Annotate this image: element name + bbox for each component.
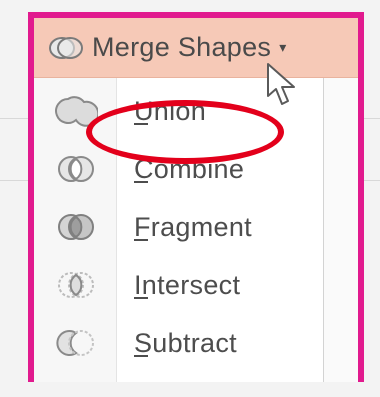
- fragment-icon: [46, 205, 106, 249]
- merge-shapes-button[interactable]: Merge Shapes ▾: [34, 18, 358, 78]
- union-icon: [46, 89, 106, 133]
- menu-side-strip: [324, 78, 358, 382]
- merge-shapes-menu: Union Combine Fragment Intersect Subtrac…: [34, 78, 324, 382]
- access-key-underline: [134, 180, 148, 183]
- merge-shapes-label: Merge Shapes: [92, 32, 272, 62]
- menu-item-label: Union: [134, 95, 207, 126]
- access-key-underline: [134, 296, 148, 299]
- menu-item-label: Subtract: [134, 327, 237, 358]
- menu-item-combine[interactable]: Combine: [34, 140, 323, 198]
- menu-item-label: Fragment: [134, 211, 252, 242]
- menu-item-subtract[interactable]: Subtract: [34, 314, 323, 372]
- menu-item-label: Combine: [134, 153, 245, 184]
- merge-shapes-icon: [44, 31, 88, 65]
- access-key-underline: [134, 122, 148, 125]
- combine-icon: [46, 147, 106, 191]
- subtract-icon: [46, 321, 106, 365]
- chevron-down-icon: ▾: [279, 39, 287, 55]
- mouse-pointer-icon: [264, 62, 304, 115]
- access-key-underline: [134, 354, 148, 357]
- callout-frame: Merge Shapes ▾ Union Combine Fragment In…: [28, 12, 364, 382]
- access-key-underline: [134, 238, 148, 241]
- intersect-icon: [46, 263, 106, 307]
- menu-item-intersect[interactable]: Intersect: [34, 256, 323, 314]
- menu-item-label: Intersect: [134, 269, 241, 300]
- menu-item-fragment[interactable]: Fragment: [34, 198, 323, 256]
